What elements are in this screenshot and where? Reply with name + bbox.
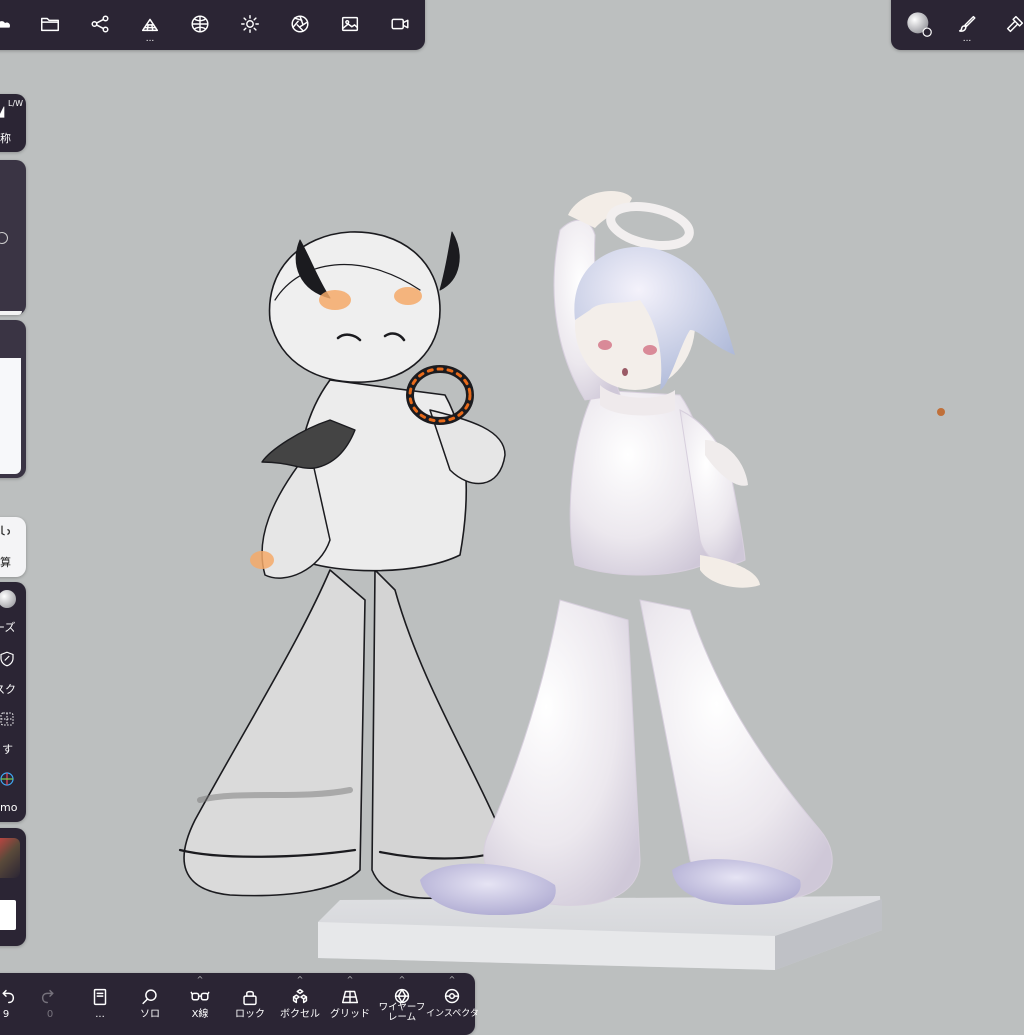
figure-base-platform: [318, 896, 882, 970]
shield-icon: [0, 651, 14, 667]
slider-fill: [0, 311, 22, 315]
redo-count: 0: [46, 1009, 54, 1020]
brush-preview-icon: [0, 838, 20, 878]
undo-icon: [2, 989, 15, 1004]
inspector-label: インスペクタ: [426, 1009, 479, 1019]
grid-icon: [341, 990, 359, 1004]
voxel-icon: [292, 988, 308, 1004]
cloud-icon[interactable]: [0, 2, 26, 46]
grid-caret-icon: ^: [346, 975, 354, 984]
intensity-slider[interactable]: [0, 320, 26, 478]
folder-icon[interactable]: [28, 2, 72, 46]
sketch-character: [178, 231, 507, 900]
inspector-caret-icon: ^: [448, 975, 456, 984]
intensity-fill: [0, 358, 21, 474]
undo-count: 9: [2, 1009, 10, 1020]
lock-label: ロック: [235, 1009, 265, 1020]
top-toolbar: ...: [0, 0, 425, 50]
globe-material-icon[interactable]: [178, 2, 222, 46]
solo-button[interactable]: ソロ: [128, 975, 172, 1020]
sidebar-tools-panel: ーズ スク す mo: [0, 582, 26, 822]
sidebar-item-pose[interactable]: ーズ: [0, 582, 26, 638]
share-nodes-icon[interactable]: [78, 2, 122, 46]
sidebar-item-hide[interactable]: す: [0, 702, 26, 758]
book-icon: [93, 988, 107, 1006]
dotted-grid-icon: [0, 712, 14, 726]
sun-icon[interactable]: [228, 2, 272, 46]
pose-sphere-icon: [0, 590, 16, 608]
calculate-label: 算: [0, 556, 11, 569]
scene-book-button[interactable]: ...: [78, 975, 122, 1020]
slider-knob-icon[interactable]: [0, 232, 8, 244]
wireframe-caret-icon: ^: [398, 975, 406, 984]
sidebar-item-mask[interactable]: スク: [0, 642, 26, 698]
symmetry-label: 称: [0, 132, 11, 145]
mesh-stack-icon[interactable]: ...: [128, 2, 172, 46]
pivot-marker-dot[interactable]: [937, 408, 945, 416]
calculate-icon: [1, 525, 10, 536]
redo-button[interactable]: 0: [30, 975, 70, 1020]
redo-icon: [41, 989, 54, 1004]
bottom-toolbar: 9 0 ... ソロ ^ X線 ロック ^ ボクセル ^ グリッド ^ ワイヤー…: [0, 973, 479, 1035]
symmetry-icon: [0, 106, 5, 118]
solo-label: ソロ: [140, 1009, 160, 1020]
material-ball-icon[interactable]: [897, 2, 941, 46]
sidebar-item-label: ーズ: [0, 621, 16, 634]
video-camera-icon[interactable]: [378, 2, 422, 46]
calculate-panel[interactable]: 算: [0, 517, 26, 577]
inspector-eye-icon: [444, 988, 460, 1004]
image-icon[interactable]: [328, 2, 372, 46]
voxel-label: ボクセル: [280, 1009, 320, 1020]
xray-caret-icon: ^: [196, 975, 204, 984]
xray-label: X線: [191, 1009, 209, 1020]
sidebar-item-label: スク: [0, 683, 16, 696]
3d-viewport[interactable]: [0, 0, 1024, 1023]
search-icon: [142, 989, 157, 1005]
wireframe-button[interactable]: ^ ワイヤーフ レーム: [378, 975, 426, 1023]
gizmo-icon: [0, 772, 14, 786]
voxel-button[interactable]: ^ ボクセル: [278, 975, 322, 1021]
color-swatch[interactable]: [0, 900, 16, 930]
lock-button[interactable]: ロック: [228, 975, 272, 1020]
xray-glasses-icon: [190, 991, 210, 1001]
wireframe-label: ワイヤーフ レーム: [378, 1002, 426, 1023]
mesh-more-indicator: ...: [145, 34, 155, 44]
brush-more-indicator: ...: [962, 34, 972, 44]
book-more: ...: [95, 1009, 105, 1020]
lock-icon: [243, 990, 257, 1006]
grid-button[interactable]: ^ グリッド: [328, 975, 372, 1021]
xray-button[interactable]: ^ X線: [178, 975, 222, 1020]
symmetry-panel[interactable]: L/W 称: [0, 94, 26, 152]
sidebar-item-label: mo: [0, 801, 18, 814]
top-right-toolbar: ...: [891, 0, 1024, 50]
camera-aperture-icon[interactable]: [278, 2, 322, 46]
sidebar-item-label: す: [2, 743, 13, 756]
hammer-icon[interactable]: [993, 2, 1024, 46]
sidebar-item-gizmo[interactable]: mo: [0, 762, 26, 818]
grid-label: グリッド: [330, 1009, 370, 1020]
undo-button[interactable]: 9: [0, 975, 26, 1020]
paint-brush-icon[interactable]: ...: [945, 2, 989, 46]
inspector-button[interactable]: ^ インスペクタ: [426, 975, 479, 1020]
color-panel[interactable]: [0, 828, 26, 946]
brush-size-slider[interactable]: [0, 160, 26, 315]
voxel-caret-icon: ^: [296, 975, 304, 984]
